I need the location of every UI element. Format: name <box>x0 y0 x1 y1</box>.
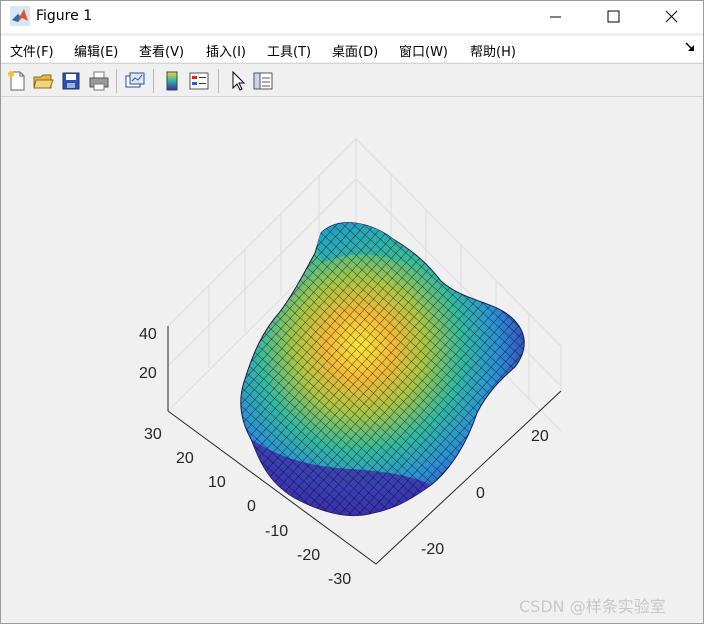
menu-window[interactable]: 窗口(W) <box>399 41 448 60</box>
y-tick-label: 20 <box>176 450 194 467</box>
y-tick-label: -30 <box>328 571 351 588</box>
maximize-button[interactable] <box>585 1 643 33</box>
menu-bar: 文件(F) 编辑(E) 查看(V) 插入(I) 工具(T) 桌面(D) 窗口(W… <box>1 36 703 62</box>
menu-insert[interactable]: 插入(I) <box>206 41 246 60</box>
menu-help[interactable]: 帮助(H) <box>470 41 516 60</box>
z-tick-label: 20 <box>139 365 157 382</box>
y-tick-label: 10 <box>208 474 226 491</box>
menu-edit[interactable]: 编辑(E) <box>74 41 118 60</box>
x-tick-label: 20 <box>531 428 549 445</box>
toolbar-separator <box>116 69 117 93</box>
z-tick-labels: 40 20 <box>139 326 157 382</box>
colorbar-icon[interactable] <box>161 70 183 92</box>
title-bar[interactable]: Figure 1 <box>1 1 703 33</box>
y-tick-label: 0 <box>247 498 256 515</box>
y-tick-label: -10 <box>265 523 288 540</box>
link-plot-icon[interactable] <box>124 70 146 92</box>
close-icon <box>665 10 678 23</box>
menu-file[interactable]: 文件(F) <box>10 41 54 60</box>
open-file-icon[interactable] <box>32 70 54 92</box>
save-icon[interactable] <box>60 70 82 92</box>
dock-arrow-icon[interactable] <box>685 42 695 52</box>
x-tick-label: -20 <box>421 541 444 558</box>
edit-plot-pointer-icon[interactable] <box>227 70 249 92</box>
figure-canvas[interactable]: 40 20 30 20 10 0 -10 -20 -30 20 0 -20 CS… <box>1 98 703 623</box>
minimize-button[interactable] <box>527 1 585 33</box>
close-button[interactable] <box>643 1 701 33</box>
menu-desktop[interactable]: 桌面(D) <box>332 41 378 60</box>
legend-icon[interactable] <box>188 70 210 92</box>
new-figure-icon[interactable] <box>6 70 28 92</box>
toolbar-separator <box>153 69 154 93</box>
menu-tools[interactable]: 工具(T) <box>267 41 311 60</box>
menu-view[interactable]: 查看(V) <box>139 41 184 60</box>
minimize-icon <box>550 16 561 18</box>
x-tick-label: 0 <box>476 485 485 502</box>
figure-toolbar <box>1 63 703 97</box>
property-inspector-icon[interactable] <box>252 70 274 92</box>
maximize-icon <box>607 10 620 23</box>
y-tick-label: -20 <box>297 547 320 564</box>
matlab-logo-icon <box>10 6 30 26</box>
figure-window: Figure 1 文件(F) 编辑(E) 查看(V) 插入(I) 工具(T) 桌… <box>0 0 704 624</box>
z-tick-label: 40 <box>139 326 157 343</box>
y-tick-label: 30 <box>144 426 162 443</box>
watermark-text: CSDN @样条实验室 <box>519 597 666 616</box>
window-title: Figure 1 <box>36 8 93 24</box>
print-icon[interactable] <box>88 70 110 92</box>
toolbar-separator <box>218 69 219 93</box>
